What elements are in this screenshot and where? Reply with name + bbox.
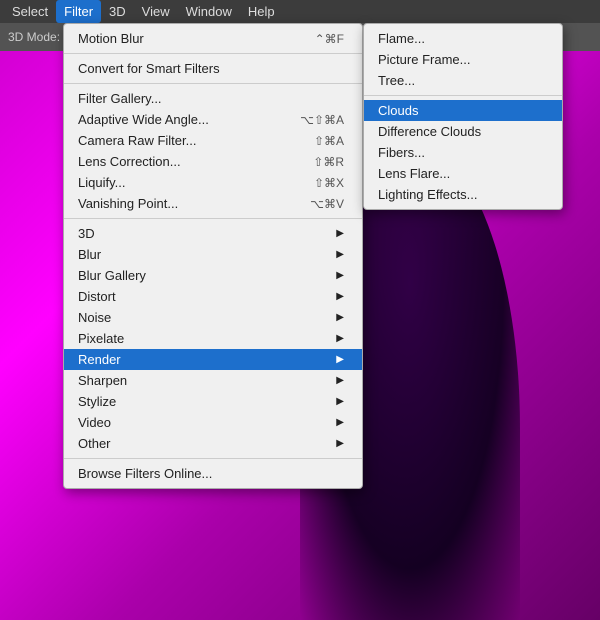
menu-3d[interactable]: 3D: [101, 0, 134, 23]
menu-item-adaptive-wide-angle[interactable]: Adaptive Wide Angle... ⌥⇧⌘A: [64, 109, 362, 130]
menubar: Select Filter 3D View Window Help: [0, 0, 600, 23]
arrow-icon-render: ▶: [336, 354, 344, 365]
arrow-icon-other: ▶: [336, 438, 344, 449]
separator-4: [64, 458, 362, 459]
submenu-item-lens-flare[interactable]: Lens Flare...: [364, 163, 562, 184]
submenu-item-difference-clouds[interactable]: Difference Clouds: [364, 121, 562, 142]
submenu-separator: [364, 95, 562, 96]
arrow-icon-3d: ▶: [336, 228, 344, 239]
menu-item-lens-correction[interactable]: Lens Correction... ⇧⌘R: [64, 151, 362, 172]
arrow-icon-stylize: ▶: [336, 396, 344, 407]
separator-3: [64, 218, 362, 219]
menu-item-convert-smart-filters[interactable]: Convert for Smart Filters: [64, 58, 362, 79]
separator-2: [64, 83, 362, 84]
arrow-icon-sharpen: ▶: [336, 375, 344, 386]
menu-item-browse-filters-online[interactable]: Browse Filters Online...: [64, 463, 362, 484]
menu-item-blur-gallery[interactable]: Blur Gallery ▶: [64, 265, 362, 286]
submenu-item-lighting-effects[interactable]: Lighting Effects...: [364, 184, 562, 205]
render-submenu: Flame... Picture Frame... Tree... Clouds…: [363, 23, 563, 210]
menu-item-other[interactable]: Other ▶: [64, 433, 362, 454]
arrow-icon-video: ▶: [336, 417, 344, 428]
menu-window[interactable]: Window: [178, 0, 240, 23]
menu-item-camera-raw[interactable]: Camera Raw Filter... ⇧⌘A: [64, 130, 362, 151]
menu-item-stylize[interactable]: Stylize ▶: [64, 391, 362, 412]
menu-select[interactable]: Select: [4, 0, 56, 23]
menu-view[interactable]: View: [134, 0, 178, 23]
menu-item-3d[interactable]: 3D ▶: [64, 223, 362, 244]
submenu-item-fibers[interactable]: Fibers...: [364, 142, 562, 163]
menu-item-motion-blur[interactable]: Motion Blur ⌃⌘F: [64, 28, 362, 49]
submenu-item-picture-frame[interactable]: Picture Frame...: [364, 49, 562, 70]
arrow-icon-blur-gallery: ▶: [336, 270, 344, 281]
menu-filter[interactable]: Filter: [56, 0, 101, 23]
menu-item-filter-gallery[interactable]: Filter Gallery...: [64, 88, 362, 109]
arrow-icon-noise: ▶: [336, 312, 344, 323]
menu-item-pixelate[interactable]: Pixelate ▶: [64, 328, 362, 349]
menu-item-render[interactable]: Render ▶: [64, 349, 362, 370]
arrow-icon-distort: ▶: [336, 291, 344, 302]
menu-item-liquify[interactable]: Liquify... ⇧⌘X: [64, 172, 362, 193]
filter-dropdown-menu: Motion Blur ⌃⌘F Convert for Smart Filter…: [63, 23, 363, 489]
menu-item-noise[interactable]: Noise ▶: [64, 307, 362, 328]
submenu-item-tree[interactable]: Tree...: [364, 70, 562, 91]
menu-item-sharpen[interactable]: Sharpen ▶: [64, 370, 362, 391]
menu-item-blur[interactable]: Blur ▶: [64, 244, 362, 265]
submenu-item-clouds[interactable]: Clouds: [364, 100, 562, 121]
menu-item-vanishing-point[interactable]: Vanishing Point... ⌥⌘V: [64, 193, 362, 214]
separator-1: [64, 53, 362, 54]
arrow-icon-blur: ▶: [336, 249, 344, 260]
3d-mode-label: 3D Mode:: [8, 30, 60, 44]
menu-help[interactable]: Help: [240, 0, 283, 23]
menu-item-video[interactable]: Video ▶: [64, 412, 362, 433]
menu-item-distort[interactable]: Distort ▶: [64, 286, 362, 307]
submenu-item-flame[interactable]: Flame...: [364, 28, 562, 49]
arrow-icon-pixelate: ▶: [336, 333, 344, 344]
